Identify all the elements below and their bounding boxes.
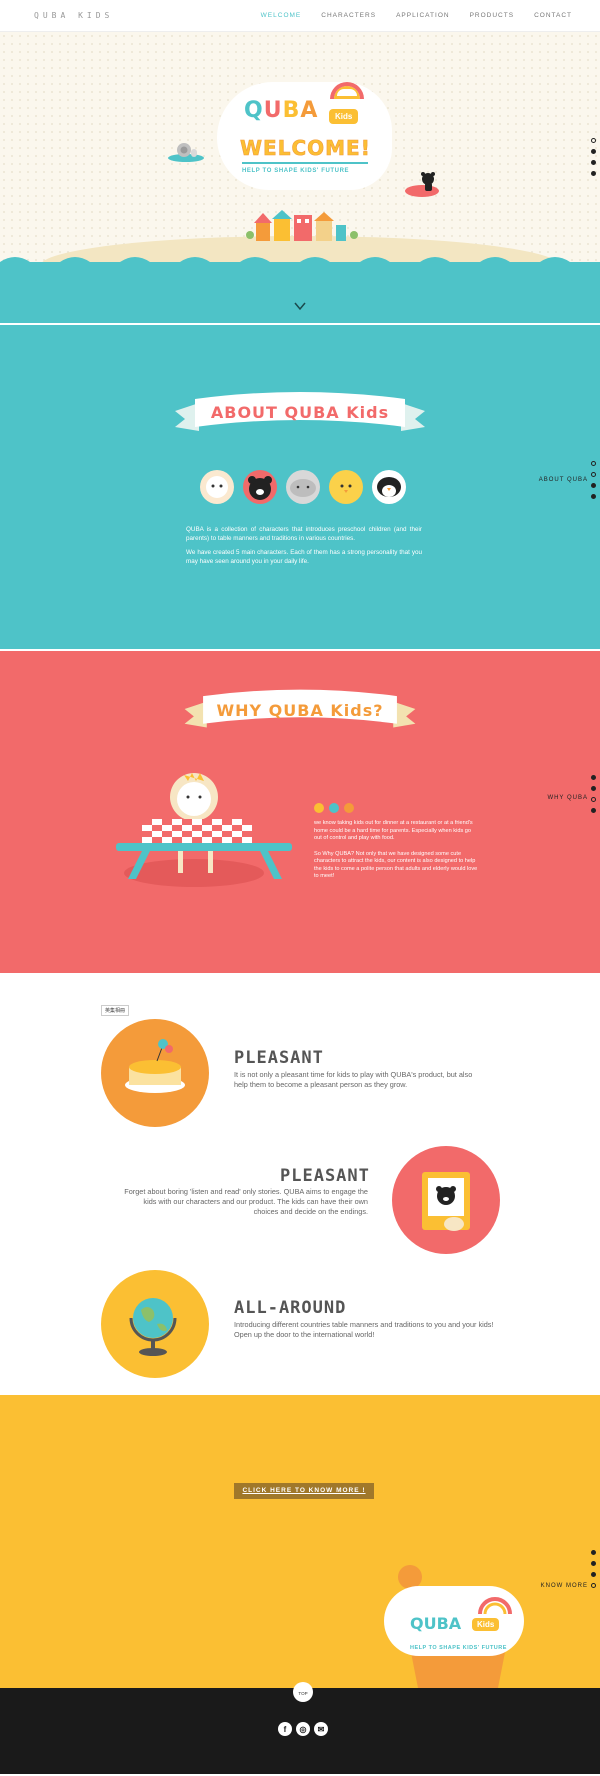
quba-logo: QUBA <box>244 98 319 123</box>
elephant-icon[interactable] <box>286 470 320 504</box>
section-dot[interactable] <box>591 1583 596 1588</box>
section-dot[interactable] <box>591 160 596 165</box>
feature-text: Introducing different countries table ma… <box>234 1320 494 1340</box>
hero-tagline: HELP TO SHAPE KIDS' FUTURE <box>242 168 350 174</box>
instagram-icon[interactable]: ◎ <box>296 1722 310 1736</box>
about-title: ABOUT QUBA Kids <box>210 403 390 422</box>
footer-tagline: HELP TO SHAPE KIDS' FUTURE <box>410 1645 507 1651</box>
feature-tag[interactable]: 英集相冊 <box>101 1005 130 1016</box>
dot-yellow <box>314 803 324 813</box>
why-dot-indicators <box>314 803 354 813</box>
nav-item-welcome[interactable]: WELCOME <box>261 12 302 19</box>
why-title: WHY QUBA Kids? <box>216 701 384 720</box>
email-icon[interactable]: ✉ <box>314 1722 328 1736</box>
chick-icon[interactable] <box>329 470 363 504</box>
kids-badge: Kids <box>329 109 359 124</box>
about-paragraph: QUBA is a collection of characters that … <box>186 526 422 542</box>
feature-text: Forget about boring 'listen and read' on… <box>124 1187 368 1217</box>
why-section: WHY QUBA Kids? WHY QUBA <box>0 649 600 973</box>
scroll-down-icon[interactable] <box>294 300 306 312</box>
section-dot[interactable] <box>591 775 596 780</box>
why-paragraph: we know taking kids out for dinner at a … <box>314 820 473 842</box>
section-dot[interactable] <box>591 1572 596 1577</box>
character-list <box>200 470 406 504</box>
section-dot[interactable] <box>591 483 596 488</box>
village-illustration <box>246 210 358 241</box>
dot-orange <box>344 803 354 813</box>
social-links: f ◎ ✉ <box>278 1722 328 1736</box>
why-paragraph: So Why QUBA? Not only that we have desig… <box>314 850 478 880</box>
side-label: ABOUT QUBA <box>538 477 588 483</box>
section-dot[interactable] <box>591 808 596 813</box>
section-dot[interactable] <box>591 1550 596 1555</box>
section-dot[interactable] <box>591 149 596 154</box>
back-to-top-button[interactable]: TOP <box>293 1682 313 1702</box>
rainbow-icon <box>478 1597 512 1614</box>
section-dots <box>591 461 596 499</box>
facebook-icon[interactable]: f <box>278 1722 292 1736</box>
footer-kids-badge: Kids <box>472 1618 500 1631</box>
section-dot[interactable] <box>591 786 596 791</box>
section-dots <box>591 138 596 176</box>
dot-teal <box>329 803 339 813</box>
side-label: WHY QUBA <box>547 795 588 801</box>
cake-circle <box>101 1019 209 1127</box>
bear-illustration <box>405 172 439 197</box>
section-dot[interactable] <box>591 797 596 802</box>
nav-item-characters[interactable]: CHARACTERS <box>321 12 376 19</box>
section-dot[interactable] <box>591 1561 596 1566</box>
snail-illustration <box>168 143 204 162</box>
section-dot[interactable] <box>591 494 596 499</box>
about-paragraph: We have created 5 main characters. Each … <box>186 549 422 565</box>
hero-section: QUBA Kids WELCOME! HELP TO SHAPE KIDS' F… <box>0 0 600 323</box>
nav-menu: WELCOME CHARACTERS APPLICATION PRODUCTS … <box>261 12 572 19</box>
footer-quba-logo: QUBA <box>410 1614 462 1633</box>
about-description: QUBA is a collection of characters that … <box>186 526 422 572</box>
cake-icon <box>125 1039 185 1093</box>
feature-text: It is not only a pleasant time for kids … <box>234 1070 473 1090</box>
penguin-icon[interactable] <box>372 470 406 504</box>
section-dots <box>591 1550 596 1588</box>
section-dot[interactable] <box>591 138 596 143</box>
top-nav: QUBA KIDS WELCOME CHARACTERS APPLICATION… <box>0 0 600 32</box>
bear-icon[interactable] <box>243 470 277 504</box>
section-dot[interactable] <box>591 461 596 466</box>
nav-item-contact[interactable]: CONTACT <box>534 12 572 19</box>
lion-icon[interactable] <box>200 470 234 504</box>
photo-frame-icon <box>422 1172 470 1231</box>
divider <box>242 162 368 164</box>
globe-circle <box>101 1270 209 1378</box>
globe-icon <box>129 1298 177 1356</box>
section-dot[interactable] <box>591 472 596 477</box>
nav-item-application[interactable]: APPLICATION <box>396 12 450 19</box>
lion-table-illustration <box>116 773 292 887</box>
know-more-button[interactable]: CLICK HERE TO KNOW MORE ! <box>234 1483 374 1499</box>
nav-item-products[interactable]: PRODUCTS <box>470 12 514 19</box>
sea <box>0 262 600 323</box>
section-dot[interactable] <box>591 171 596 176</box>
photo-circle <box>392 1146 500 1254</box>
feature-title: PLEASANT <box>280 1166 370 1186</box>
feature-title: PLEASANT <box>234 1048 324 1068</box>
feature-title: ALL-AROUND <box>234 1298 347 1318</box>
site-logo[interactable]: QUBA KIDS <box>34 11 113 20</box>
section-dots <box>591 775 596 813</box>
side-label: KNOW MORE <box>540 1583 588 1589</box>
why-description: we know taking kids out for dinner at a … <box>314 820 480 889</box>
welcome-heading: WELCOME! <box>240 136 371 161</box>
back-to-top-label: TOP <box>298 1691 308 1696</box>
